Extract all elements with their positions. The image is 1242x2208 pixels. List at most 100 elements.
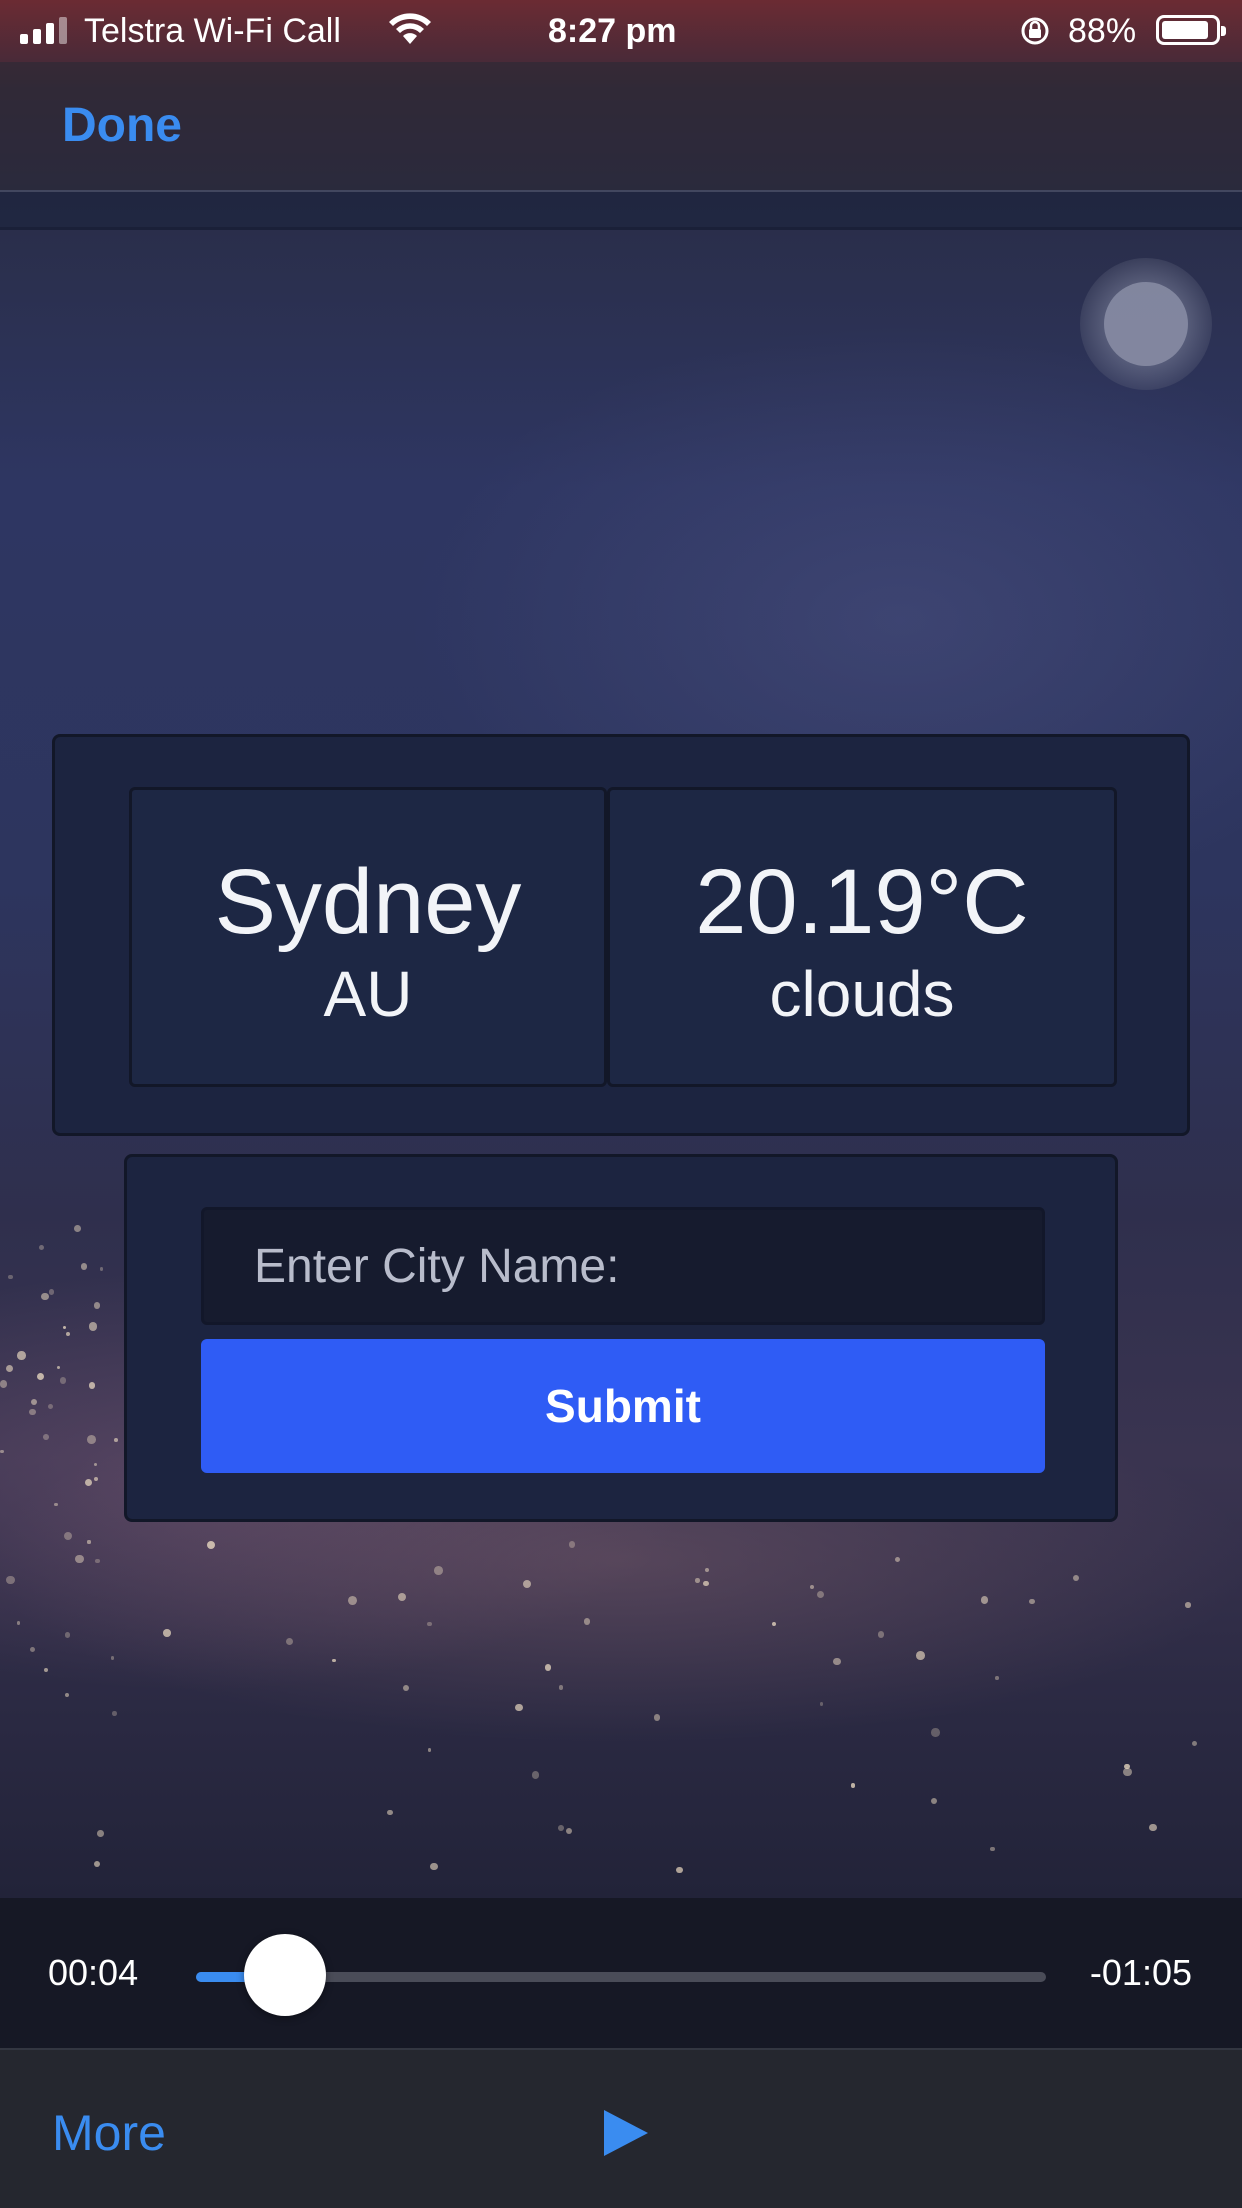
wifi-icon	[388, 12, 432, 55]
city-search-form: Submit	[124, 1154, 1118, 1522]
city-light	[531, 1771, 540, 1779]
city-light	[402, 1684, 409, 1691]
status-time: 8:27 pm	[548, 12, 677, 50]
city-light	[95, 1558, 100, 1564]
city-light	[207, 1540, 216, 1550]
city-light	[16, 1620, 21, 1625]
city-light	[163, 1629, 172, 1637]
city-light	[1073, 1575, 1080, 1582]
city-light	[809, 1584, 814, 1590]
city-light	[93, 1462, 98, 1467]
city-light	[48, 1289, 54, 1295]
city-light	[6, 1575, 15, 1585]
weather-card: Sydney AU 20.19°C clouds	[52, 734, 1190, 1136]
city-light	[16, 1351, 26, 1360]
country-code: AU	[323, 958, 413, 1030]
scrubber-thumb[interactable]	[244, 1934, 326, 2016]
city-light	[772, 1621, 777, 1627]
city-light	[0, 1380, 8, 1388]
city-name: Sydney	[214, 851, 522, 953]
city-light	[434, 1566, 443, 1575]
done-button[interactable]: Done	[62, 98, 182, 153]
city-light	[75, 1554, 85, 1564]
assistive-touch-button[interactable]	[1080, 258, 1212, 390]
city-light	[387, 1809, 394, 1816]
city-light	[816, 1590, 825, 1598]
city-light	[93, 1477, 98, 1482]
city-light	[583, 1617, 591, 1625]
city-light	[64, 1532, 73, 1541]
remaining-time: -01:05	[1089, 1952, 1192, 1993]
city-light	[995, 1675, 999, 1680]
battery-percent: 88%	[1068, 12, 1137, 50]
city-light	[65, 1332, 70, 1337]
city-light	[703, 1580, 709, 1587]
city-light	[73, 1225, 81, 1232]
city-light	[93, 1302, 101, 1309]
city-light	[88, 1322, 98, 1331]
city-light	[54, 1502, 58, 1507]
city-light	[84, 1479, 92, 1487]
city-light	[515, 1704, 523, 1712]
city-light	[87, 1540, 91, 1544]
video-top-strip	[0, 192, 1242, 230]
city-light	[522, 1579, 532, 1589]
city-name-input[interactable]	[201, 1207, 1045, 1325]
city-light	[877, 1631, 885, 1638]
city-light	[39, 1245, 45, 1251]
city-light	[8, 1274, 14, 1280]
city-light	[565, 1827, 573, 1835]
city-light	[43, 1434, 49, 1440]
city-light	[819, 1702, 824, 1706]
city-light	[41, 1292, 49, 1301]
submit-button[interactable]: Submit	[201, 1339, 1045, 1473]
city-light	[931, 1728, 940, 1737]
city-light	[65, 1692, 70, 1697]
city-light	[57, 1365, 61, 1369]
city-light	[332, 1658, 336, 1663]
status-bar: Telstra Wi-Fi Call 8:27 pm 88%	[0, 0, 1242, 62]
city-light	[568, 1541, 576, 1548]
city-light	[427, 1621, 432, 1627]
city-light	[63, 1325, 67, 1330]
weather-condition: clouds	[769, 958, 955, 1030]
playback-controls: 00:04 -01:05	[0, 1898, 1242, 2048]
city-light	[80, 1263, 87, 1270]
city-light	[1185, 1602, 1191, 1608]
carrier-name: Telstra Wi-Fi Call	[84, 12, 341, 50]
city-light	[557, 1825, 564, 1831]
city-light	[1149, 1823, 1157, 1832]
city-light	[5, 1364, 13, 1372]
nav-bar: Done	[0, 62, 1242, 192]
city-light	[1123, 1767, 1132, 1777]
city-light	[36, 1372, 44, 1380]
city-light	[430, 1862, 438, 1871]
location-tile: Sydney AU	[129, 787, 607, 1087]
city-light	[43, 1668, 48, 1673]
orientation-lock-icon	[1018, 16, 1052, 55]
temperature-tile: 20.19°C clouds	[607, 787, 1117, 1087]
city-light	[916, 1651, 925, 1661]
city-light	[64, 1632, 71, 1639]
city-light	[545, 1664, 552, 1671]
city-light	[0, 1449, 4, 1454]
city-light	[348, 1596, 358, 1606]
city-light	[704, 1568, 709, 1573]
city-light	[93, 1861, 100, 1868]
city-light	[110, 1656, 115, 1660]
city-light	[285, 1637, 294, 1646]
city-light	[29, 1408, 36, 1416]
more-button[interactable]: More	[52, 2104, 166, 2162]
battery-icon	[1156, 15, 1226, 45]
city-light	[112, 1711, 117, 1716]
city-light	[29, 1646, 36, 1652]
city-light	[675, 1866, 683, 1874]
city-light	[59, 1377, 66, 1384]
city-light	[97, 1830, 104, 1837]
city-light	[48, 1403, 54, 1409]
screen: Telstra Wi-Fi Call 8:27 pm 88% Done Sydn…	[0, 0, 1242, 2208]
play-icon[interactable]	[600, 2108, 650, 2158]
city-light	[695, 1578, 700, 1583]
elapsed-time: 00:04	[48, 1952, 139, 1993]
city-light	[990, 1847, 995, 1852]
